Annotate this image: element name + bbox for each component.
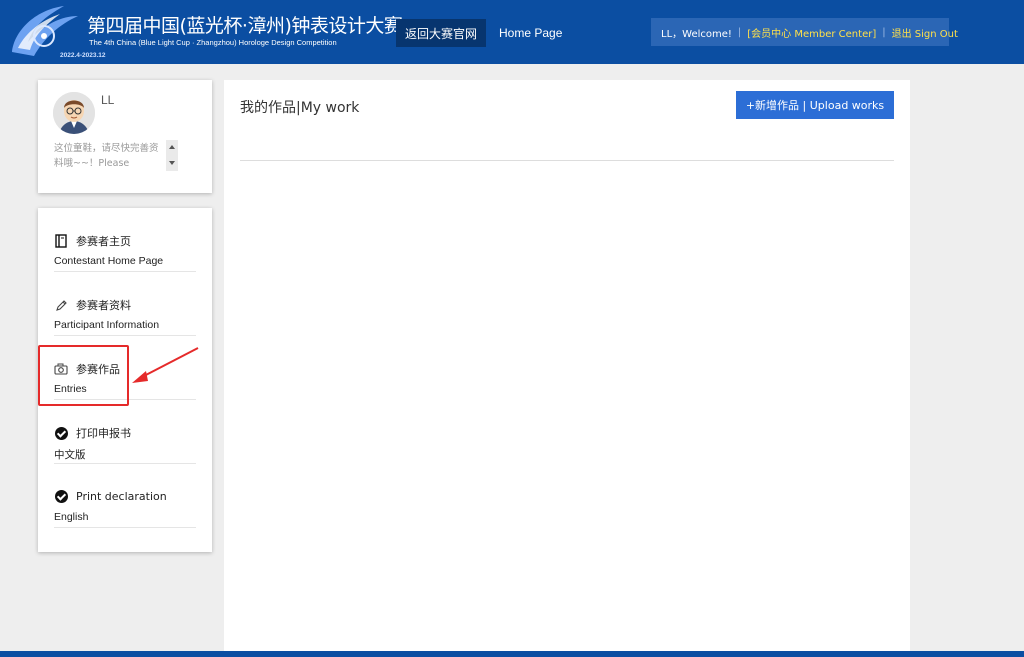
top-header: 第四届中国(蓝光杯·漳州)钟表设计大赛 The 4th China (Blue … — [0, 0, 1024, 64]
highlight-annotation — [38, 345, 129, 406]
sidebar-item-sublabel: Contestant Home Page — [54, 255, 164, 267]
divider: | — [882, 26, 886, 38]
profile-message: 这位童鞋，请尽快完善资料哦~~！Please — [54, 143, 159, 169]
logo-date: 2022.4-2023.12 — [60, 52, 106, 59]
nav-back-to-site[interactable]: 返回大赛官网 — [396, 19, 486, 47]
sidebar-item-sublabel: Participant Information — [54, 319, 160, 331]
pencil-icon — [54, 298, 68, 312]
sidebar-item-label: 参赛者资料 — [76, 299, 131, 312]
sign-out-link[interactable]: 退出 Sign Out — [892, 25, 958, 40]
upload-works-button[interactable]: +新增作品 | Upload works — [736, 91, 894, 119]
divider: | — [737, 26, 742, 38]
sidebar-item-label: 打印申报书 — [76, 427, 131, 440]
logo-title: 第四届中国(蓝光杯·漳州)钟表设计大赛 — [87, 15, 403, 37]
divider — [240, 160, 894, 161]
scroll-down-icon[interactable] — [169, 161, 175, 165]
message-scrollbar[interactable] — [166, 140, 178, 171]
sidebar-item-contestant-home[interactable]: 参赛者主页 Contestant Home Page — [54, 208, 196, 272]
sidebar-item-label: Print declaration — [76, 489, 167, 503]
page-title: 我的作品|My work — [240, 100, 360, 116]
check-circle-icon — [54, 489, 68, 503]
sidebar-item-participant-info[interactable]: 参赛者资料 Participant Information — [54, 272, 196, 336]
avatar-icon — [53, 92, 95, 134]
sidebar-item-label: 参赛者主页 — [76, 235, 131, 248]
scroll-up-icon[interactable] — [169, 145, 175, 149]
member-center-link[interactable]: [会员中心 Member Center] — [747, 25, 876, 40]
profile-card: LL 这位童鞋，请尽快完善资料哦~~！Please — [38, 80, 212, 193]
main-content: 我的作品|My work +新增作品 | Upload works — [224, 80, 910, 657]
sidebar-item-sublabel: 中文版 — [54, 449, 86, 461]
sidebar-item-sublabel: English — [54, 511, 89, 523]
user-bar: LL，Welcome! | [会员中心 Member Center] | 退出 … — [651, 18, 958, 46]
nav-home-page[interactable]: Home Page — [499, 26, 562, 40]
sidebar-item-print-english[interactable]: Print declaration English — [54, 464, 196, 528]
check-circle-icon — [54, 426, 68, 440]
user-welcome: LL，Welcome! — [661, 28, 732, 40]
logo-subtitle: The 4th China (Blue Light Cup · Zhangzho… — [89, 38, 337, 47]
book-icon — [54, 234, 68, 248]
sidebar-item-print-chinese[interactable]: 打印申报书 中文版 — [54, 400, 196, 464]
arrow-annotation-icon — [132, 347, 199, 383]
footer-bar — [0, 651, 1024, 657]
avatar — [53, 92, 95, 134]
profile-name: LL — [101, 93, 115, 107]
